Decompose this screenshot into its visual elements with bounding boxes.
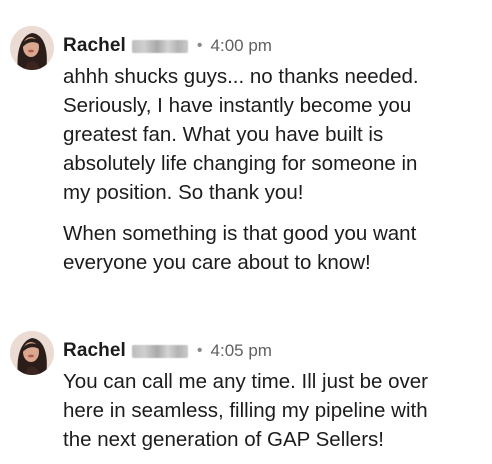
message-line: here in seamless, filling my pipeline wi… — [63, 399, 428, 422]
message-header: Rachel • 4:05 pm — [63, 339, 272, 363]
avatar-photo-icon — [10, 26, 54, 70]
message-paragraph: When something is that good you want eve… — [63, 219, 483, 277]
blurred-surname-icon — [131, 39, 188, 53]
author-name[interactable]: Rachel — [63, 35, 126, 57]
message-line: When something is that good you want — [63, 222, 417, 245]
avatar-photo-icon — [10, 331, 54, 375]
message-line: You can call me any time. Ill just be ov… — [63, 370, 429, 393]
message-line: ahhh shucks guys... no thanks needed. — [63, 65, 419, 88]
message-paragraph: You can call me any time. Ill just be ov… — [63, 367, 483, 454]
message-line: my position. So thank you! — [63, 181, 304, 204]
user-avatar[interactable] — [10, 331, 54, 375]
blurred-surname-icon — [131, 344, 188, 358]
message-line: greatest fan. What you have built is — [63, 123, 384, 146]
message-header: Rachel • 4:00 pm — [63, 34, 272, 58]
message-line: absolutely life changing for someone in — [63, 152, 418, 175]
message-paragraph: ahhh shucks guys... no thanks needed. Se… — [63, 62, 483, 207]
separator-dot: • — [196, 37, 203, 54]
user-avatar[interactable] — [10, 26, 54, 70]
author-name[interactable]: Rachel — [63, 340, 126, 362]
message-line: the next generation of GAP Sellers! — [63, 428, 384, 451]
message-timestamp[interactable]: 4:00 pm — [211, 36, 272, 56]
message-line: Seriously, I have instantly become you — [63, 94, 412, 117]
message-body: You can call me any time. Ill just be ov… — [63, 367, 483, 454]
message-timestamp[interactable]: 4:05 pm — [211, 341, 272, 361]
message-line: everyone you care about to know! — [63, 251, 371, 274]
message-body: ahhh shucks guys... no thanks needed. Se… — [63, 62, 483, 277]
separator-dot: • — [196, 342, 203, 359]
